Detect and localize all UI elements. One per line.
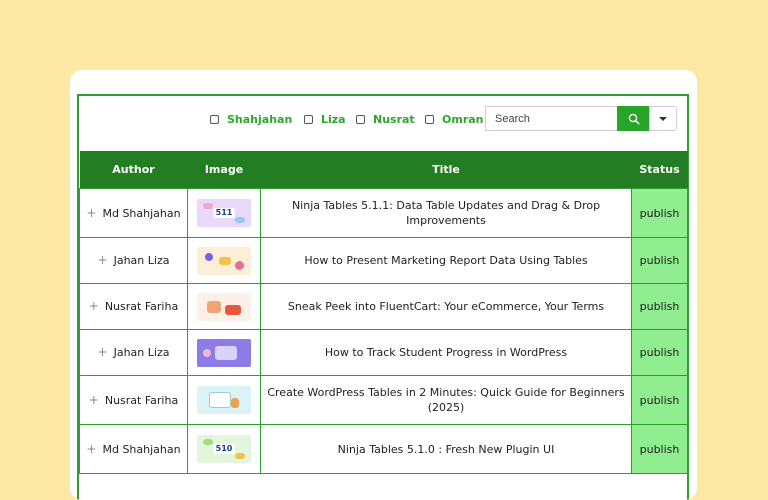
table-row: + Jahan Liza How to Track Student Progres… [79,329,688,376]
table-row: + Md Shahjahan 511 Ninja Tables 5.1.1: Da… [79,188,688,238]
table-row: + Jahan Liza How to Present Marketing Rep… [79,237,688,284]
image-cell [187,283,261,330]
table-row: + Md Shahjahan 510 Ninja Tables 5.1.0 : F… [79,424,688,474]
post-thumbnail[interactable] [197,338,251,367]
filter-shahjahan-label[interactable]: Shahjahan [227,113,292,126]
post-thumbnail[interactable]: 510 [197,435,251,463]
thumbnail-version-text: 510 [213,444,235,454]
header-image[interactable]: Image [187,151,261,189]
image-cell [187,329,261,376]
title-cell[interactable]: Create WordPress Tables in 2 Minutes: Qu… [260,375,632,425]
search-input[interactable] [485,106,617,131]
author-name: Nusrat Fariha [104,393,179,407]
expand-icon[interactable]: + [89,299,99,313]
expand-icon[interactable]: + [86,206,96,220]
author-cell[interactable]: + Jahan Liza [79,329,188,376]
status-cell: publish [631,424,688,474]
post-thumbnail[interactable] [197,292,251,321]
ninja-table: Shahjahan Liza Nusrat Omran Search Autho… [77,94,689,500]
chevron-down-icon [659,116,667,121]
title-cell[interactable]: Ninja Tables 5.1.0 : Fresh New Plugin UI [260,424,632,474]
filter-shahjahan-checkbox[interactable] [210,114,219,124]
filter-omran[interactable]: Omran [425,112,484,126]
image-cell [187,237,261,284]
filter-liza-label[interactable]: Liza [321,113,346,126]
thumbnail-version-text: 511 [213,208,235,218]
table-card: Shahjahan Liza Nusrat Omran Search Autho… [70,70,697,500]
filter-nusrat-checkbox[interactable] [356,114,365,124]
search-icon [628,113,640,125]
author-name: Jahan Liza [113,346,170,359]
image-cell: 511 [187,188,261,238]
filter-nusrat[interactable]: Nusrat [356,112,415,126]
filter-liza-checkbox[interactable] [304,114,313,124]
image-cell: 510 [187,424,261,474]
author-cell[interactable]: + Md Shahjahan [79,188,188,238]
expand-icon[interactable]: + [86,442,96,456]
status-cell: publish [631,375,688,425]
filter-shahjahan[interactable]: Shahjahan [210,112,292,126]
author-name: Jahan Liza [113,254,170,267]
expand-icon[interactable]: + [89,393,99,407]
search-button[interactable] [617,106,650,131]
header-status[interactable]: Status [631,151,688,189]
filter-omran-label[interactable]: Omran [442,113,484,126]
status-cell: publish [631,329,688,376]
posts-table: Author Image Title Status + Md Shahjahan … [79,151,688,474]
table-header-row: Author Image Title Status [79,151,688,189]
filter-bar: Shahjahan Liza Nusrat Omran [79,96,687,151]
expand-icon[interactable]: + [98,345,108,359]
author-cell[interactable]: + Nusrat Fariha [79,375,188,425]
title-cell[interactable]: How to Track Student Progress in WordPre… [260,329,632,376]
author-name: Md Shahjahan [102,206,181,220]
author-name: Md Shahjahan [102,442,181,456]
title-cell[interactable]: How to Present Marketing Report Data Usi… [260,237,632,284]
status-cell: publish [631,237,688,284]
table-row: + Nusrat Fariha Sneak Peek into FluentCar… [79,283,688,330]
filter-omran-checkbox[interactable] [425,114,434,124]
author-cell[interactable]: + Nusrat Fariha [79,283,188,330]
title-cell[interactable]: Ninja Tables 5.1.1: Data Table Updates a… [260,188,632,238]
author-name: Nusrat Fariha [104,300,179,313]
status-cell: publish [631,283,688,330]
column-dropdown-button[interactable] [649,106,677,131]
author-cell[interactable]: + Md Shahjahan [79,424,188,474]
table-row: + Nusrat Fariha Create WordPress Tables i… [79,375,688,425]
status-cell: publish [631,188,688,238]
author-cell[interactable]: + Jahan Liza [79,237,188,284]
image-cell [187,375,261,425]
post-thumbnail[interactable] [197,386,251,414]
header-author[interactable]: Author [79,151,188,189]
title-cell[interactable]: Sneak Peek into FluentCart: Your eCommer… [260,283,632,330]
filter-nusrat-label[interactable]: Nusrat [373,113,415,126]
expand-icon[interactable]: + [98,253,108,267]
post-thumbnail[interactable] [197,246,251,275]
post-thumbnail[interactable]: 511 [197,199,251,227]
header-title[interactable]: Title [260,151,632,189]
filter-liza[interactable]: Liza [304,112,346,126]
